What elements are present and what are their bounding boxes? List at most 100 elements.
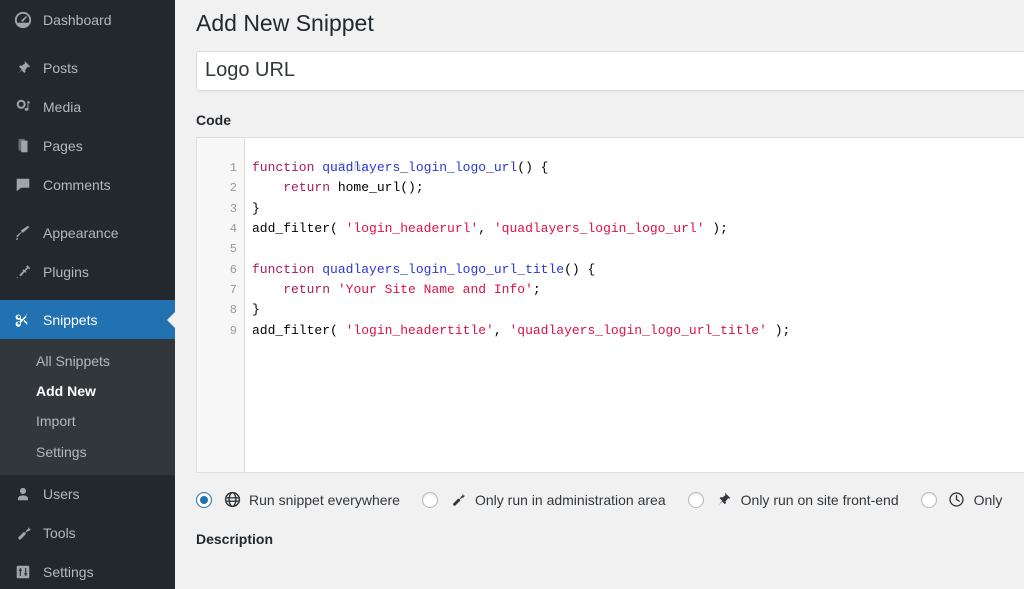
sidebar-item-dashboard[interactable]: Dashboard [0, 0, 175, 39]
brush-icon [12, 223, 34, 243]
line-number: 7 [229, 282, 237, 297]
pin-icon [714, 490, 734, 510]
main-content: Add New Snippet Code <?php 1 function qua… [175, 0, 1024, 589]
code-token: ; [532, 281, 541, 297]
code-token: 'quadlayers_login_logo_url_title' [509, 322, 767, 338]
sidebar-item-label: Users [43, 486, 80, 503]
scope-option-admin[interactable]: Only run in administration area [421, 490, 666, 510]
line-number: 6 [229, 262, 237, 277]
snippet-title-input[interactable] [196, 50, 1024, 91]
plug-icon [12, 262, 34, 282]
line-number: 3 [229, 201, 237, 216]
scope-label: Only [973, 491, 1003, 508]
code-line: 3} [230, 199, 1024, 219]
line-number: 1 [229, 161, 237, 176]
code-line: 6 function quadlayers_login_logo_url_titl… [230, 260, 1024, 280]
code-token: , [478, 221, 494, 237]
scope-radio-everywhere[interactable] [196, 491, 212, 508]
code-token: add_filter( [252, 322, 346, 338]
sidebar-item-label: Dashboard [43, 11, 112, 28]
submenu-item-import[interactable]: Import [0, 406, 175, 436]
code-token: () { [564, 261, 596, 277]
sidebar-item-plugins[interactable]: Plugins [0, 252, 175, 291]
sidebar-item-label: Snippets [43, 311, 98, 328]
sidebar-item-label: Posts [43, 59, 79, 76]
sidebar-item-snippets[interactable]: Snippets [0, 300, 175, 339]
code-token: quadlayers_login_logo_url [322, 160, 518, 176]
sliders-icon [12, 562, 34, 582]
code-token: } [252, 200, 260, 216]
scissors-icon [12, 310, 34, 330]
globe-icon [222, 490, 242, 510]
admin-sidebar: Dashboard Posts Media Pages Comments App… [0, 0, 175, 589]
sidebar-item-appearance[interactable]: Appearance [0, 213, 175, 252]
line-number: 8 [229, 303, 237, 318]
code-line: 4 add_filter( 'login_headerurl', 'quadlay… [230, 219, 1024, 239]
scope-option-scheduled[interactable]: Only [920, 490, 1003, 510]
scope-label: Run snippet everywhere [249, 491, 400, 508]
sidebar-item-label: Pages [43, 137, 83, 154]
scope-label: Only run on site front-end [740, 491, 899, 508]
code-lines: 1 function quadlayers_login_logo_url() {2… [230, 158, 1024, 341]
sidebar-item-label: Tools [43, 525, 76, 542]
code-line: 8} [230, 300, 1024, 320]
code-editor[interactable]: <?php 1 function quadlayers_login_logo_ur… [196, 136, 1024, 473]
sidebar-item-users[interactable]: Users [0, 475, 175, 514]
code-token: , [493, 322, 510, 338]
sidebar-item-comments[interactable]: Comments [0, 165, 175, 204]
sidebar-item-label: Settings [43, 564, 94, 581]
dashboard-icon [12, 10, 34, 30]
scope-option-frontend[interactable]: Only run on site front-end [687, 490, 899, 510]
code-token: ); [766, 322, 791, 338]
line-number: 4 [229, 222, 237, 237]
code-line: 7 return 'Your Site Name and Info'; [230, 280, 1024, 300]
sidebar-item-label: Appearance [43, 224, 119, 241]
sidebar-item-label: Media [43, 98, 82, 115]
code-token: return [283, 180, 331, 196]
code-label: Code [196, 111, 231, 128]
sidebar-item-posts[interactable]: Posts [0, 48, 175, 87]
scope-radio-frontend[interactable] [687, 491, 704, 508]
line-number: 9 [229, 323, 237, 338]
code-token: 'login_headertitle' [345, 322, 494, 338]
code-token: function [252, 261, 315, 277]
sidebar-item-label: Plugins [43, 263, 89, 280]
sidebar-item-label: Comments [43, 176, 111, 193]
scope-label: Only run in administration area [474, 491, 666, 508]
line-number: 5 [229, 242, 237, 257]
scope-radio-row: Run snippet everywhere Only run in admin… [196, 490, 1024, 510]
code-line: 1 function quadlayers_login_logo_url() { [230, 158, 1024, 178]
code-token: function [252, 160, 315, 176]
code-line: 5 [230, 239, 1024, 259]
code-token: ); [704, 221, 728, 237]
scope-radio-admin[interactable] [421, 491, 438, 508]
page-title: Add New Snippet [196, 10, 374, 36]
code-token: quadlayers_login_logo_url_title [322, 261, 565, 277]
user-icon [12, 484, 34, 504]
sidebar-separator [0, 204, 175, 213]
wrench-icon [12, 523, 34, 543]
clock-icon [947, 490, 967, 510]
sidebar-item-pages[interactable]: Pages [0, 126, 175, 165]
media-icon [12, 97, 34, 117]
sidebar-separator [0, 39, 175, 48]
editor-code-area[interactable]: <?php 1 function quadlayers_login_logo_ur… [230, 138, 1024, 472]
sidebar-separator [0, 291, 175, 300]
pin-icon [12, 58, 34, 78]
submenu-item-settings[interactable]: Settings [0, 437, 175, 467]
pages-icon [12, 136, 34, 156]
scope-radio-scheduled[interactable] [920, 491, 937, 508]
php-open-tag-line: <?php [246, 138, 1024, 175]
code-token: () { [517, 160, 549, 176]
code-token: return [283, 281, 331, 297]
sidebar-item-media[interactable]: Media [0, 87, 175, 126]
scope-option-everywhere[interactable]: Run snippet everywhere [196, 490, 400, 510]
sidebar-item-settings[interactable]: Settings [0, 553, 175, 589]
submenu-item-add-new[interactable]: Add New [0, 376, 175, 406]
sidebar-item-tools[interactable]: Tools [0, 514, 175, 553]
description-label: Description [196, 530, 274, 547]
submenu-item-all-snippets[interactable]: All Snippets [0, 346, 175, 376]
